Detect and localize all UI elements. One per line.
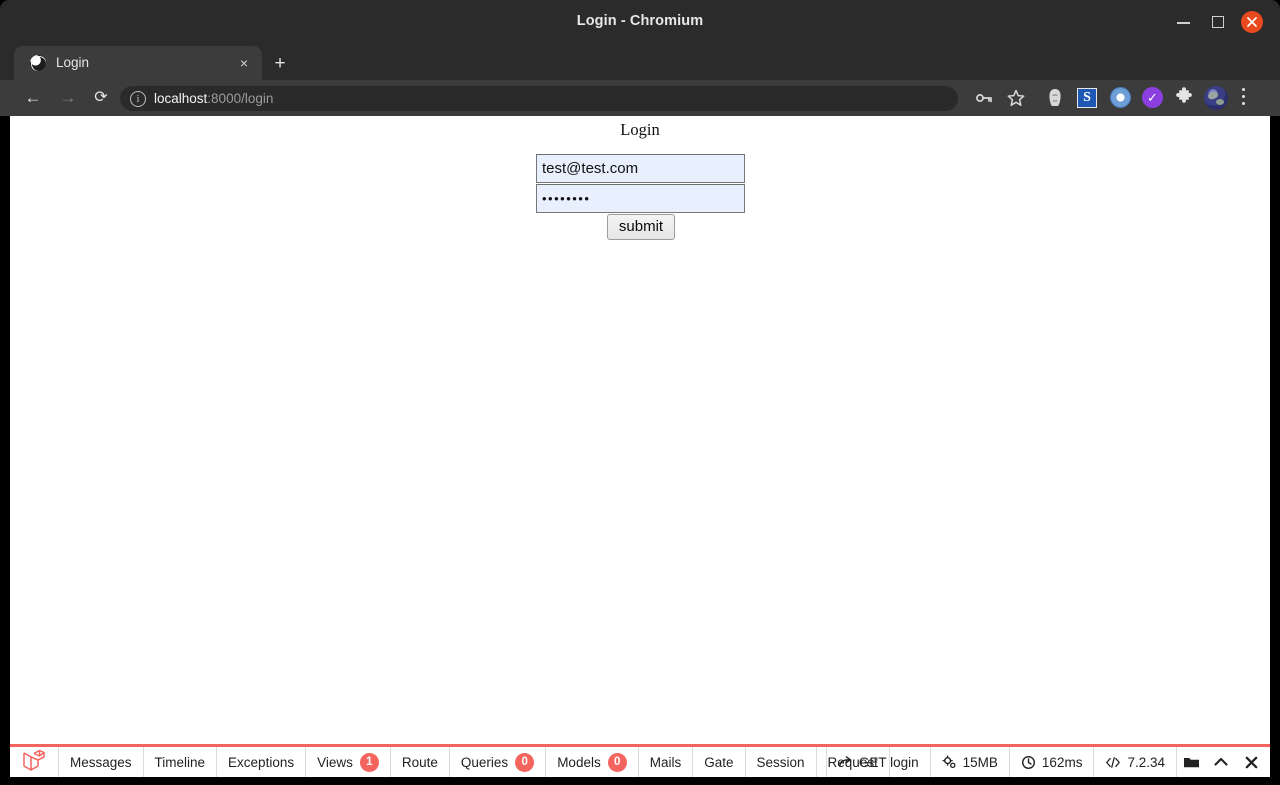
password-field[interactable]: ••••••••: [536, 184, 745, 213]
page-title: Login: [620, 120, 660, 139]
browser-window: Login - Chromium Login × + ← → ⟳ i local…: [0, 0, 1280, 785]
tab-login[interactable]: Login ×: [14, 46, 262, 80]
debugbar-tabs: Messages Timeline Exceptions Views 1 Rou…: [58, 747, 890, 777]
url-path: :8000/login: [207, 91, 274, 106]
views-badge: 1: [359, 752, 379, 772]
debugbar-tab-label: Exceptions: [228, 754, 295, 770]
laravel-logo-icon[interactable]: [20, 749, 54, 776]
debugbar-stats: GET login 15MB 162ms 7.2.34: [825, 747, 1266, 777]
debugbar-tab-views[interactable]: Views 1: [306, 747, 391, 777]
back-icon[interactable]: ←: [22, 87, 44, 109]
chevron-up-glyph: [1214, 757, 1228, 766]
folder-glyph: [1184, 757, 1199, 767]
stat-label: GET login: [858, 754, 919, 770]
browser-menu-icon[interactable]: [1242, 88, 1246, 108]
stat-label: 162ms: [1041, 754, 1083, 770]
debugbar-tab-label: Timeline: [154, 754, 206, 770]
code-icon: [1106, 756, 1121, 768]
page-viewport: Login •••••••• submit: [10, 116, 1270, 744]
face-glyph: [1049, 89, 1061, 106]
password-key-icon[interactable]: [972, 86, 996, 110]
debugbar-tab-session[interactable]: Session: [746, 747, 817, 777]
debugbar-tab-models[interactable]: Models 0: [546, 747, 639, 777]
submit-row: submit: [536, 214, 746, 240]
debugbar-tab-exceptions[interactable]: Exceptions: [217, 747, 307, 777]
maximize-button[interactable]: [1209, 13, 1227, 31]
browser-toolbar: ← → ⟳ i localhost:8000/login S ✓: [0, 80, 1280, 116]
laravel-debugbar: Messages Timeline Exceptions Views 1 Rou…: [10, 744, 1270, 777]
login-form: •••••••• submit: [536, 154, 746, 240]
models-badge: 0: [607, 752, 627, 772]
close-button[interactable]: [1241, 11, 1263, 33]
close-icon: [1247, 17, 1257, 27]
url-host: localhost: [154, 91, 208, 106]
profile-avatar[interactable]: [1204, 86, 1228, 110]
queries-badge: 0: [515, 752, 535, 772]
request-arrow-icon: [839, 755, 851, 767]
star-glyph: [1007, 89, 1025, 106]
debugbar-tab-mails[interactable]: Mails: [639, 747, 694, 777]
debugbar-tab-label: Route: [401, 754, 438, 770]
debugbar-tab-label: Queries: [460, 754, 509, 770]
stat-label: 7.2.34: [1127, 754, 1165, 770]
debugbar-tab-label: Mails: [649, 754, 682, 770]
debugbar-tab-label: Models: [557, 754, 601, 770]
reload-icon[interactable]: ⟳: [90, 87, 112, 109]
close-debugbar-icon[interactable]: [1236, 747, 1266, 777]
extension-o-icon[interactable]: [1110, 87, 1131, 108]
submit-button[interactable]: submit: [606, 214, 676, 240]
tab-strip: Login × +: [0, 42, 1280, 80]
close-x-glyph: [1245, 756, 1257, 768]
puzzle-glyph: [1176, 87, 1192, 103]
tab-close-icon[interactable]: ×: [236, 55, 252, 71]
extension-s-icon[interactable]: S: [1077, 88, 1097, 108]
bookmark-star-icon[interactable]: [1004, 86, 1028, 110]
debugbar-tab-label: Views: [317, 754, 353, 770]
address-bar[interactable]: i localhost:8000/login: [120, 86, 958, 111]
debugbar-stat-request[interactable]: GET login: [825, 747, 930, 777]
debugbar-tab-route[interactable]: Route: [391, 747, 450, 777]
minimize-button[interactable]: [1175, 13, 1193, 31]
url-text: localhost:8000/login: [154, 86, 273, 111]
extension-check-icon[interactable]: ✓: [1142, 87, 1163, 108]
extension-face-icon[interactable]: [1044, 87, 1066, 109]
debugbar-tab-timeline[interactable]: Timeline: [144, 747, 218, 777]
key-glyph: [976, 94, 992, 103]
forward-icon[interactable]: →: [57, 87, 79, 109]
stat-label: 15MB: [962, 754, 998, 770]
debugbar-tab-label: Gate: [704, 754, 734, 770]
window-titlebar: Login - Chromium: [0, 0, 1280, 42]
debugbar-stat-memory[interactable]: 15MB: [929, 747, 1009, 777]
debugbar-tab-label: Session: [756, 754, 805, 770]
debugbar-tab-gate[interactable]: Gate: [693, 747, 746, 777]
debugbar-stat-time[interactable]: 162ms: [1008, 747, 1094, 777]
email-field[interactable]: [536, 154, 745, 183]
new-tab-button[interactable]: +: [269, 53, 291, 75]
info-icon[interactable]: i: [130, 90, 146, 107]
memory-gears-icon: [942, 754, 956, 768]
tab-title: Login: [56, 55, 90, 70]
clock-icon: [1021, 755, 1035, 769]
laravel-glyph: [23, 749, 45, 771]
extensions-puzzle-icon[interactable]: [1172, 86, 1196, 110]
window-title: Login - Chromium: [576, 13, 704, 29]
debugbar-tab-label: Messages: [70, 754, 132, 770]
open-folder-icon[interactable]: [1176, 747, 1206, 777]
debugbar-stat-php-version[interactable]: 7.2.34: [1093, 747, 1176, 777]
debugbar-tab-queries[interactable]: Queries 0: [450, 747, 547, 777]
globe-icon: [30, 55, 46, 71]
collapse-chevron-up-icon[interactable]: [1206, 747, 1236, 777]
debugbar-tab-messages[interactable]: Messages: [58, 747, 144, 777]
